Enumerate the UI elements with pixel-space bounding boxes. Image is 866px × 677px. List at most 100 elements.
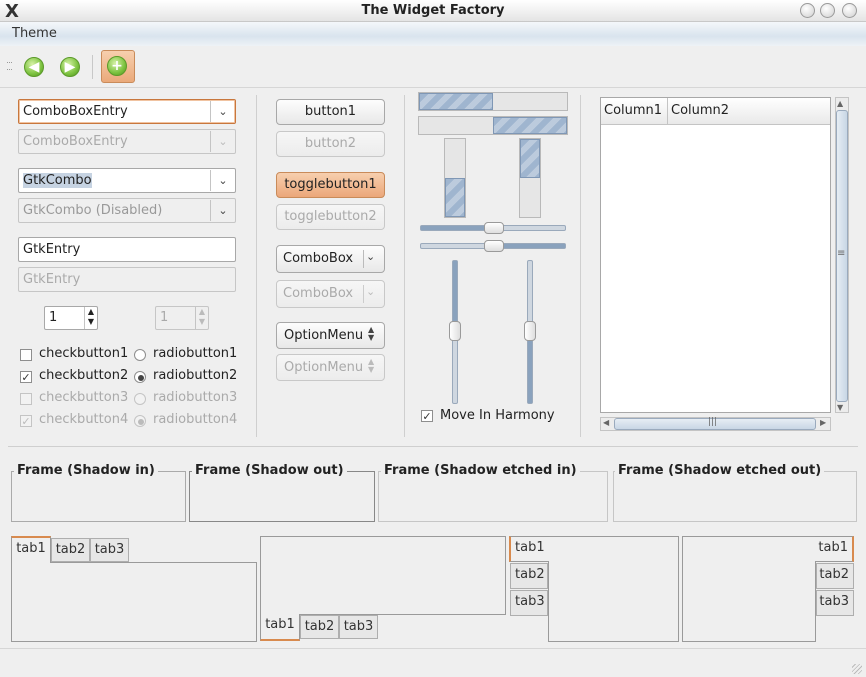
radio-label: radiobutton1: [153, 346, 238, 361]
radio-label: radiobutton2: [153, 368, 238, 383]
checkbox-4: ✓: [20, 415, 32, 428]
radio-label: radiobutton4: [153, 412, 238, 427]
resize-grip-icon[interactable]: [852, 664, 862, 674]
toolbar-separator: [92, 55, 93, 79]
checkbox-label: checkbutton2: [39, 368, 129, 383]
notebook-right-tab2[interactable]: tab2: [816, 563, 854, 589]
optionmenu-text: OptionMenu: [284, 328, 364, 343]
progress-bar-2: [418, 116, 568, 135]
hscale-fill: [421, 226, 493, 230]
separator: [8, 446, 858, 447]
radio-label: radiobutton3: [153, 390, 238, 405]
spin-arrows-icon: ▲ ▼: [195, 307, 208, 329]
move-in-harmony-checkbox[interactable]: ✓: [421, 410, 433, 422]
notebook-top-tab3[interactable]: tab3: [90, 538, 129, 562]
notebook-left-panel: [548, 536, 679, 642]
frame-shadow-out: [189, 471, 375, 522]
notebook-left-tab3[interactable]: tab3: [510, 590, 548, 616]
frame-shadow-in: [11, 471, 186, 522]
hscale-2-knob[interactable]: [484, 240, 504, 252]
toolbar-grip[interactable]: [7, 62, 12, 70]
gtkcombo-disabled: GtkCombo (Disabled): [18, 198, 236, 223]
maximize-icon[interactable]: [820, 3, 835, 18]
separator: [404, 95, 405, 437]
vscale-2-knob[interactable]: [524, 321, 536, 341]
spin-value: 1: [49, 310, 58, 325]
vscale-1-knob[interactable]: [449, 321, 461, 341]
close-icon[interactable]: [842, 3, 857, 18]
column-header-1[interactable]: Column1: [601, 98, 668, 125]
frame-shadow-etched-in-label: Frame (Shadow etched in): [381, 463, 580, 478]
gtkentry-disabled-text: GtkEntry: [23, 272, 81, 287]
separator: [256, 95, 257, 437]
hscale-1-knob[interactable]: [484, 222, 504, 234]
scroll-grip-icon: |||: [708, 417, 718, 427]
minimize-icon[interactable]: [800, 3, 815, 18]
menubar: [0, 22, 866, 46]
scroll-left-icon[interactable]: ◀: [603, 418, 609, 427]
chevron-down-icon[interactable]: ⌄: [210, 101, 235, 122]
frame-shadow-etched-out-label: Frame (Shadow etched out): [615, 463, 825, 478]
combobox-disabled-text: ComboBox: [283, 286, 354, 301]
checkbox-1[interactable]: [20, 349, 32, 361]
progress-fill: [445, 178, 465, 217]
progress-bar-1: [418, 92, 568, 111]
notebook-top-panel: [11, 562, 257, 642]
chevron-down-icon: ⌄: [366, 285, 376, 298]
radio-2[interactable]: [134, 371, 146, 383]
add-icon[interactable]: +: [107, 56, 127, 76]
spin-disabled-value: 1: [160, 310, 169, 325]
arrow-right-icon[interactable]: ▶: [60, 57, 80, 77]
notebook-bottom-tab3[interactable]: tab3: [339, 615, 378, 639]
combobox-entry-text: ComboBoxEntry: [23, 104, 128, 119]
chevron-down-icon: ⌄: [366, 250, 376, 263]
gtkcombo-text: GtkCombo: [23, 173, 92, 188]
checkbox-2[interactable]: ✓: [20, 371, 32, 383]
move-in-harmony-label: Move In Harmony: [440, 408, 555, 423]
combobox-entry[interactable]: ComboBoxEntry: [18, 99, 236, 124]
progress-fill: [493, 117, 567, 134]
notebook-top-tab1[interactable]: tab1: [11, 536, 51, 563]
chevron-down-icon[interactable]: ⌄: [210, 200, 235, 221]
gtkentry[interactable]: GtkEntry: [18, 237, 236, 262]
progress-fill: [419, 93, 493, 110]
updown-icon: ▲ ▼: [368, 325, 375, 342]
gtkcombo[interactable]: GtkCombo: [18, 168, 236, 193]
notebook-top-tab2[interactable]: tab2: [51, 538, 90, 562]
spin-button[interactable]: 1 ▲ ▼: [44, 306, 98, 330]
chevron-down-icon[interactable]: ⌄: [210, 170, 235, 191]
spin-button-disabled: 1 ▲ ▼: [155, 306, 209, 330]
checkbox-label: checkbutton3: [39, 390, 129, 405]
menu-theme[interactable]: Theme: [12, 26, 57, 41]
scroll-down-icon[interactable]: ▼: [837, 403, 843, 412]
optionmenu-disabled-text: OptionMenu: [284, 360, 364, 375]
status-bar: [0, 648, 866, 677]
togglebutton2: togglebutton2: [276, 204, 385, 230]
radio-1[interactable]: [134, 349, 146, 361]
separator: [363, 285, 364, 303]
scroll-right-icon[interactable]: ▶: [820, 418, 826, 427]
tree-view[interactable]: [600, 97, 831, 413]
notebook-left-tab1[interactable]: tab1: [509, 536, 549, 562]
notebook-left-tab2[interactable]: tab2: [510, 563, 548, 589]
scroll-up-icon[interactable]: ▲: [837, 99, 843, 108]
radio-4: [134, 415, 146, 427]
radio-dot: [138, 375, 144, 381]
separator: [580, 95, 581, 437]
button2: button2: [276, 131, 385, 157]
spin-arrows-icon[interactable]: ▲ ▼: [84, 307, 97, 329]
arrow-left-icon[interactable]: ◀: [24, 57, 44, 77]
notebook-right-tab3[interactable]: tab3: [816, 590, 854, 616]
window-title: The Widget Factory: [361, 3, 505, 18]
gtkentry-disabled: GtkEntry: [18, 267, 236, 292]
column-header-2[interactable]: Column2: [668, 98, 830, 125]
frame-shadow-in-label: Frame (Shadow in): [14, 463, 158, 478]
checkbox-label: checkbutton4: [39, 412, 129, 427]
notebook-bottom-panel: [260, 536, 506, 615]
notebook-bottom-tab1[interactable]: tab1: [260, 614, 300, 641]
notebook-right-tab1[interactable]: tab1: [815, 536, 854, 562]
notebook-bottom-tab2[interactable]: tab2: [300, 615, 339, 639]
button1[interactable]: button1: [276, 99, 385, 125]
togglebutton1[interactable]: togglebutton1: [276, 172, 385, 198]
progress-fill: [520, 139, 540, 178]
